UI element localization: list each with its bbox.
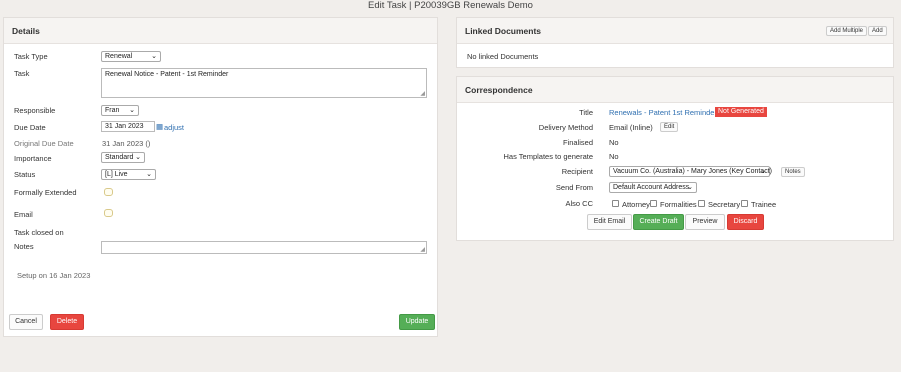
title-label: Title [579,108,593,117]
responsible-select[interactable]: Fran ⌄ [101,105,139,116]
formally-extended-label: Formally Extended [14,188,77,197]
notes-textarea[interactable]: ◢ [101,241,427,254]
correspondence-header: Correspondence [457,77,893,103]
cc-trainee-label: Trainee [751,200,777,209]
email-label: Email [14,210,33,219]
status-badge: Not Generated [715,107,767,117]
email-toggle[interactable] [104,209,113,217]
cc-trainee-checkbox[interactable] [741,200,748,207]
cancel-button[interactable]: Cancel [9,314,43,330]
send-from-label: Send From [555,183,593,192]
linked-documents-panel: Linked Documents Add Multiple Add No lin… [456,17,894,68]
title-link[interactable]: Renewals - Patent 1st Reminder [609,108,717,117]
send-from-select[interactable]: Default Account Address ⌄ [609,182,697,193]
chevron-down-icon: ⌄ [687,184,693,191]
status-select[interactable]: [L] Live ⌄ [101,169,156,180]
resize-handle-icon[interactable]: ◢ [420,246,425,253]
notes-button[interactable]: Notes [781,167,805,177]
discard-button[interactable]: Discard [727,214,764,230]
create-draft-button[interactable]: Create Draft [633,214,684,230]
original-due-value: 31 Jan 2023 () [102,139,151,148]
chevron-down-icon: ⌄ [146,171,152,178]
task-closed-label: Task closed on [14,228,64,237]
window-title: Edit Task | P20039GB Renewals Demo [368,0,533,11]
preview-button[interactable]: Preview [685,214,725,230]
details-panel: Details Task Type Renewal ⌄ Task Renewal… [3,17,438,337]
due-date-input[interactable]: 31 Jan 2023 [101,121,155,132]
templates-label: Has Templates to generate [503,152,594,161]
cc-secretary-label: Secretary [708,200,741,209]
task-textarea[interactable]: Renewal Notice - Patent - 1st Reminder ◢ [101,68,427,98]
delete-button[interactable]: Delete [50,314,84,330]
cc-formalities-label: Formalities [660,200,697,209]
task-type-value: Renewal [105,53,133,60]
cc-formalities-checkbox[interactable] [650,200,657,207]
add-multiple-button[interactable]: Add Multiple [826,26,868,36]
responsible-label: Responsible [14,106,56,115]
calendar-icon[interactable]: ▦ [156,122,163,131]
task-label: Task [14,69,30,78]
finalised-label: Finalised [562,138,593,147]
adjust-link[interactable]: adjust [164,123,184,132]
delivery-label: Delivery Method [538,123,593,132]
status-value: [L] Live [105,171,128,178]
correspondence-panel: Correspondence Title Renewals - Patent 1… [456,76,894,241]
due-date-value: 31 Jan 2023 [105,123,144,130]
status-label: Status [14,170,36,179]
task-type-select[interactable]: Renewal ⌄ [101,51,161,62]
recipient-value: Vacuum Co. (Australia) - Mary Jones (Key… [613,168,772,175]
delivery-value: Email (Inline) [609,123,653,132]
chevron-down-icon: ⌄ [760,168,766,175]
chevron-down-icon: ⌄ [135,154,141,161]
notes-label: Notes [14,242,34,251]
send-from-value: Default Account Address [613,184,690,191]
edit-delivery-button[interactable]: Edit [660,122,679,132]
chevron-down-icon: ⌄ [151,53,157,60]
responsible-value: Fran [105,107,120,114]
cc-attorney-checkbox[interactable] [612,200,619,207]
setup-text: Setup on 16 Jan 2023 [17,271,91,280]
cc-attorney-label: Attorney [622,200,650,209]
resize-handle-icon[interactable]: ◢ [420,90,425,97]
add-button[interactable]: Add [868,26,887,36]
formally-extended-toggle[interactable] [104,188,113,196]
task-type-label: Task Type [14,52,48,61]
importance-value: Standard [105,154,134,161]
importance-label: Importance [14,154,52,163]
also-cc-label: Also CC [565,199,593,208]
recipient-select[interactable]: Vacuum Co. (Australia) - Mary Jones (Key… [609,166,772,177]
finalised-value: No [609,138,619,147]
task-value: Renewal Notice - Patent - 1st Reminder [105,71,229,78]
importance-select[interactable]: Standard ⌄ [101,152,145,163]
templates-value: No [609,152,619,161]
details-header: Details [4,18,437,44]
chevron-down-icon: ⌄ [129,107,135,114]
recipient-label: Recipient [561,167,593,176]
update-button[interactable]: Update [399,314,435,330]
due-date-label: Due Date [14,123,46,132]
edit-email-button[interactable]: Edit Email [587,214,632,230]
cc-secretary-checkbox[interactable] [698,200,705,207]
linked-documents-empty: No linked Documents [467,52,539,61]
original-due-label: Original Due Date [14,139,74,148]
